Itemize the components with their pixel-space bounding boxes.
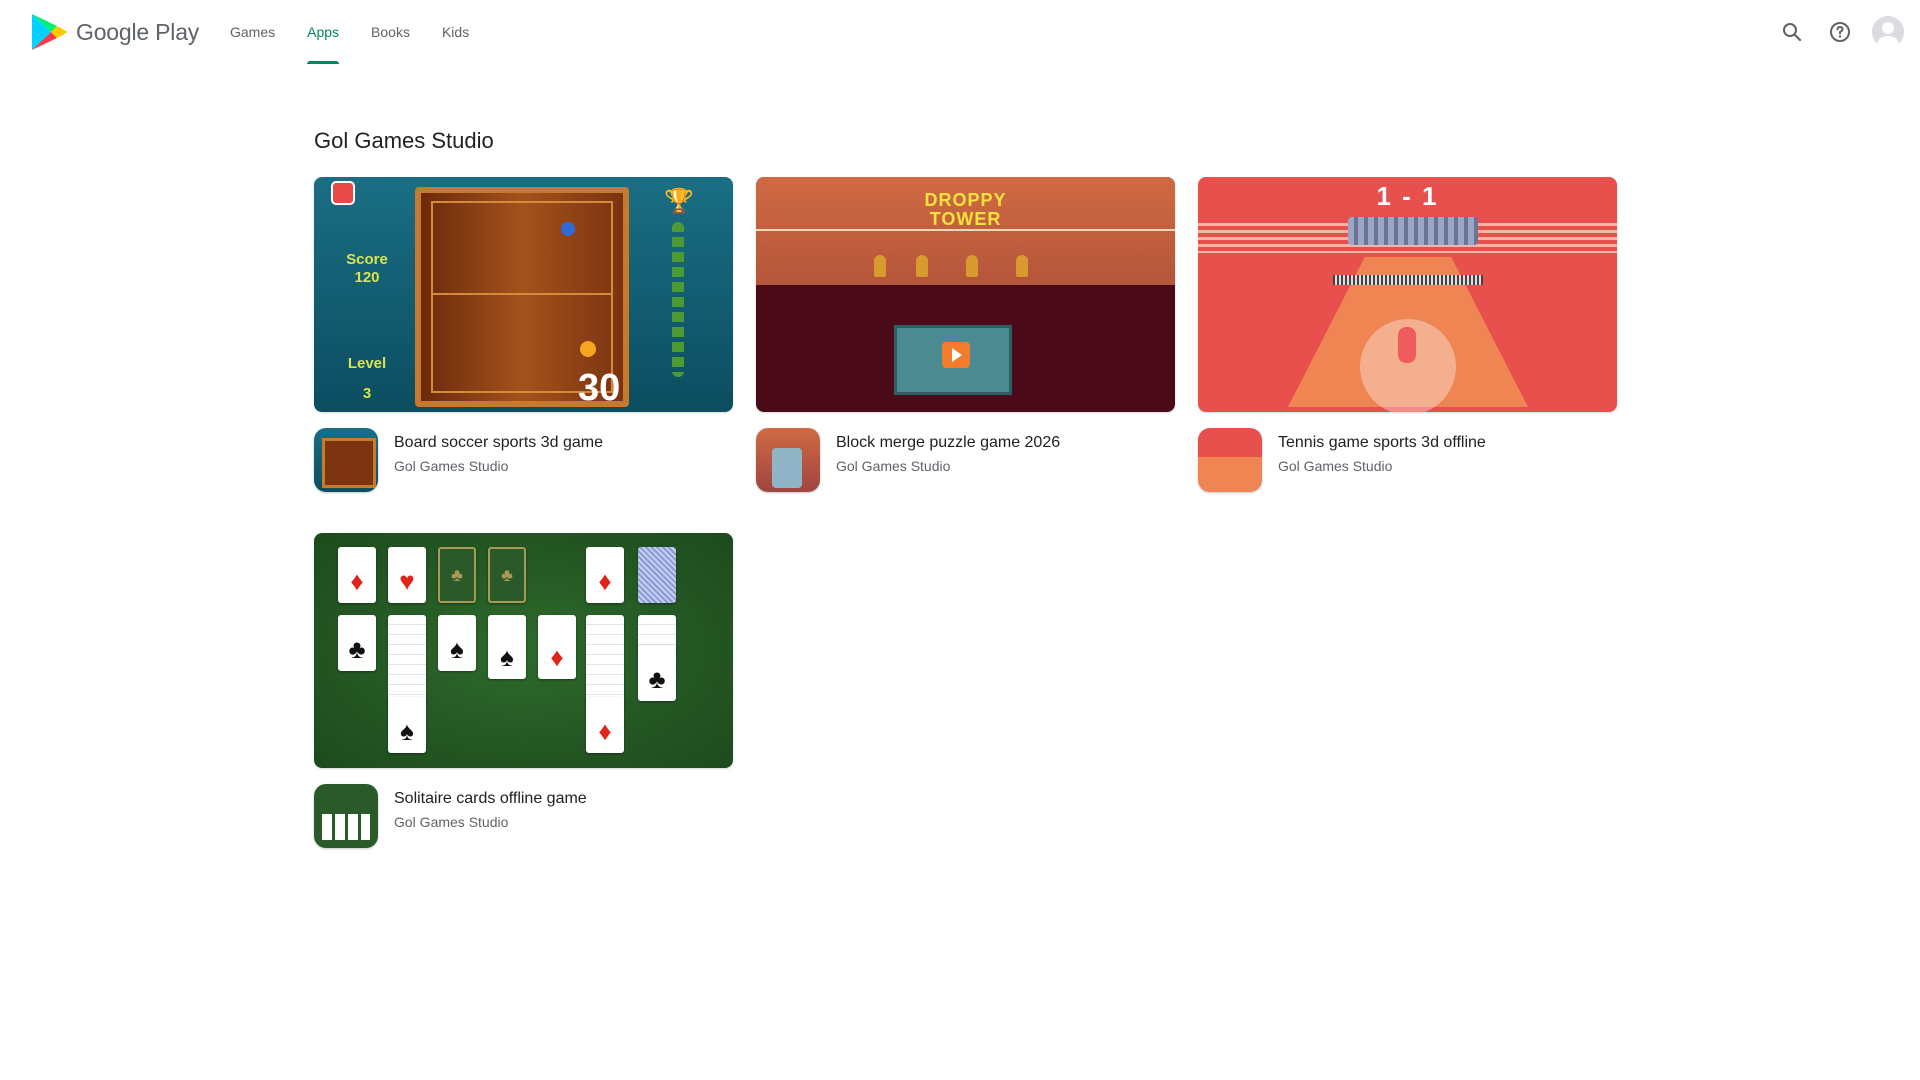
help-icon — [1830, 22, 1850, 42]
pause-icon — [331, 181, 355, 205]
score-readout: Score 120 — [342, 251, 392, 287]
app-developer: Gol Games Studio — [394, 458, 509, 474]
card-spade-graphic: ♠ — [488, 615, 526, 679]
tree-graphic — [1016, 255, 1028, 277]
level-value: 3 — [362, 385, 372, 402]
google-play-logo-icon — [32, 14, 67, 50]
progress-dots-graphic — [672, 222, 684, 377]
timer-number: 30 — [578, 367, 621, 409]
blue-ball-graphic — [561, 222, 575, 236]
app-meta: Board soccer sports 3d game Gol Games St… — [314, 428, 733, 494]
tree-graphic — [966, 255, 978, 277]
player-graphic — [1398, 327, 1416, 363]
card-diamond-graphic: ♦ — [586, 697, 624, 753]
app-icon — [314, 428, 378, 492]
help-button[interactable] — [1816, 8, 1864, 56]
tab-label: Games — [230, 24, 276, 40]
app-meta: Tennis game sports 3d offline Gol Games … — [1198, 428, 1617, 494]
app-card-tennis[interactable]: 1 - 1 Tennis game sports 3d offline Gol … — [1198, 177, 1617, 494]
game-screen-graphic — [894, 325, 1012, 395]
card-back-graphic: ♣ — [438, 547, 476, 603]
horizon-line — [756, 229, 1175, 231]
app-meta: Block merge puzzle game 2026 Gol Games S… — [756, 428, 1175, 494]
game-title-line1: DROPPY — [924, 190, 1007, 210]
tennis-net-graphic — [1333, 275, 1483, 285]
play-icon — [942, 342, 970, 368]
app-developer: Gol Games Studio — [394, 814, 509, 830]
card-spade-graphic: ♠ — [388, 697, 426, 753]
search-icon — [1783, 23, 1802, 42]
search-button[interactable] — [1768, 8, 1816, 56]
trophy-icon: 🏆 — [664, 188, 694, 215]
card-club-graphic: ♣ — [638, 645, 676, 701]
app-banner[interactable]: DROPPY TOWER — [756, 177, 1175, 412]
app-icon — [1198, 428, 1262, 492]
app-name: Block merge puzzle game 2026 — [836, 434, 1061, 451]
page-title: Gol Games Studio — [314, 128, 494, 153]
card-back-graphic: ♣ — [488, 547, 526, 603]
app-card-solitaire[interactable]: ♦ ♥ ♣ ♣ ♦ ♣ ♠ ♠ ♠ ♦ ♦ ♣ Solitaire cards … — [314, 533, 733, 850]
crowd-graphic — [1348, 217, 1478, 245]
tab-label: Kids — [441, 24, 470, 40]
card-diamond-graphic: ♦ — [338, 547, 376, 603]
tab-label: Books — [371, 24, 410, 40]
header-actions — [1768, 0, 1920, 64]
board-midline — [431, 293, 613, 295]
app-meta: Solitaire cards offline game Gol Games S… — [314, 784, 733, 850]
tab-books[interactable]: Books — [355, 0, 426, 64]
app-banner[interactable]: 1 - 1 — [1198, 177, 1617, 412]
top-app-bar: Google Play Games Apps Books Kids — [0, 0, 1920, 64]
score-label: Score — [346, 251, 388, 268]
active-tab-indicator — [307, 61, 340, 64]
app-card-block-merge[interactable]: DROPPY TOWER Block merge puzzle game 202… — [756, 177, 1175, 494]
level-label: Level — [347, 355, 387, 372]
main-nav: Games Apps Books Kids — [214, 0, 485, 64]
tab-apps[interactable]: Apps — [291, 0, 355, 64]
google-play-logo[interactable]: Google Play — [30, 12, 199, 52]
card-diamond-graphic: ♦ — [538, 615, 576, 679]
app-name: Tennis game sports 3d offline — [1278, 434, 1486, 451]
app-icon — [314, 784, 378, 848]
deck-back-graphic — [638, 547, 676, 603]
card-column-graphic — [388, 615, 426, 705]
board-inner-border — [431, 201, 613, 393]
app-icon — [756, 428, 820, 492]
tree-graphic — [874, 255, 886, 277]
card-column-graphic — [586, 615, 624, 705]
game-title-graphic: DROPPY TOWER — [756, 191, 1175, 229]
app-developer: Gol Games Studio — [1278, 458, 1393, 474]
app-name: Board soccer sports 3d game — [394, 434, 603, 451]
game-title-line2: TOWER — [929, 209, 1002, 229]
logo-text: Google Play — [76, 18, 200, 45]
account-avatar[interactable] — [1872, 16, 1904, 48]
orange-ball-graphic — [580, 341, 596, 357]
app-banner[interactable]: Score 120 Level 3 30 🏆 — [314, 177, 733, 412]
app-name: Solitaire cards offline game — [394, 790, 587, 807]
score-value: 120 — [354, 269, 380, 286]
card-diamond-graphic: ♦ — [586, 547, 624, 603]
tab-label: Apps — [307, 24, 340, 40]
app-card-board-soccer[interactable]: Score 120 Level 3 30 🏆 Board soccer spor… — [314, 177, 733, 494]
match-score: 1 - 1 — [1376, 181, 1439, 211]
tab-games[interactable]: Games — [214, 0, 291, 64]
card-club-graphic: ♣ — [338, 615, 376, 671]
level-readout: Level 3 — [342, 349, 392, 409]
app-developer: Gol Games Studio — [836, 458, 951, 474]
card-spade-graphic: ♠ — [438, 615, 476, 671]
tab-kids[interactable]: Kids — [426, 0, 485, 64]
app-banner[interactable]: ♦ ♥ ♣ ♣ ♦ ♣ ♠ ♠ ♠ ♦ ♦ ♣ — [314, 533, 733, 768]
card-heart-graphic: ♥ — [388, 547, 426, 603]
tree-graphic — [916, 255, 928, 277]
